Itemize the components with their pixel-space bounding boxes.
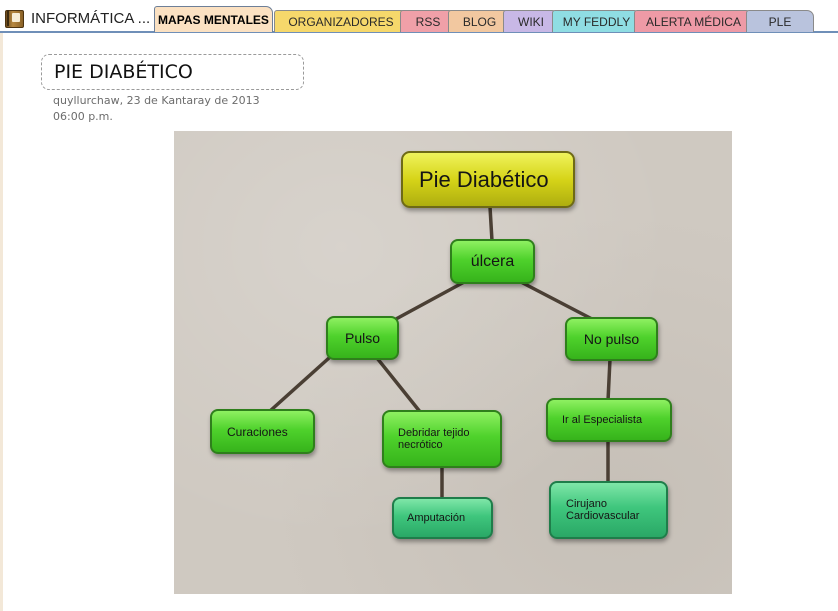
connector-root-ulcera bbox=[488, 205, 494, 243]
node-cirujano: Cirujano Cardiovascular bbox=[549, 481, 668, 539]
node-cirujano-line1: Cirujano bbox=[566, 498, 607, 510]
tab-organizadores[interactable]: ORGANIZADORES bbox=[274, 10, 408, 32]
tab-wiki[interactable]: WIKI bbox=[503, 10, 559, 32]
node-debridar-line1: Debridar tejido bbox=[398, 427, 470, 439]
node-especialista: Ir al Especialista bbox=[546, 398, 672, 442]
notebook-button[interactable]: INFORMÁTICA ... bbox=[4, 6, 150, 30]
node-ulcera: úlcera bbox=[450, 239, 535, 284]
left-gutter bbox=[0, 33, 3, 611]
page-date: quyllurchaw, 23 de Kantaray de 2013 bbox=[53, 94, 260, 107]
tab-mapas-mentales[interactable]: MAPAS MENTALES bbox=[154, 6, 273, 32]
node-no-pulso: No pulso bbox=[565, 317, 658, 361]
tab-my-feddly[interactable]: MY FEDDLY bbox=[552, 10, 641, 32]
node-amputacion: Amputación bbox=[392, 497, 493, 539]
tab-blog[interactable]: BLOG bbox=[448, 10, 511, 32]
notebook-title: INFORMÁTICA ... bbox=[31, 9, 151, 27]
notebook-icon bbox=[4, 9, 24, 28]
page-time: 06:00 p.m. bbox=[53, 110, 113, 123]
connector-nopulso-especialista bbox=[606, 357, 612, 403]
connector-pulso-debridar bbox=[375, 356, 423, 415]
node-cirujano-line2: Cardiovascular bbox=[566, 510, 640, 522]
connector-ulcera-nopulso bbox=[517, 279, 594, 321]
tab-alerta-medica[interactable]: ALERTA MÉDICA bbox=[634, 10, 753, 32]
node-debridar: Debridar tejido necrótico bbox=[382, 410, 502, 468]
node-curaciones: Curaciones bbox=[210, 409, 315, 454]
tab-ple[interactable]: PLE bbox=[746, 10, 814, 32]
node-debridar-line2: necrótico bbox=[398, 439, 443, 451]
page-title[interactable]: PIE DIABÉTICO bbox=[54, 61, 193, 83]
concept-map-image[interactable]: Pie Diabético úlcera Pulso No pulso Cura… bbox=[174, 131, 732, 594]
connector-pulso-curaciones bbox=[268, 356, 331, 413]
node-pie-diabetico: Pie Diabético bbox=[401, 151, 575, 208]
section-tab-bar: INFORMÁTICA ... MAPAS MENTALES ORGANIZAD… bbox=[0, 0, 838, 33]
node-pulso: Pulso bbox=[326, 316, 399, 360]
connector-ulcera-pulso bbox=[394, 279, 468, 321]
